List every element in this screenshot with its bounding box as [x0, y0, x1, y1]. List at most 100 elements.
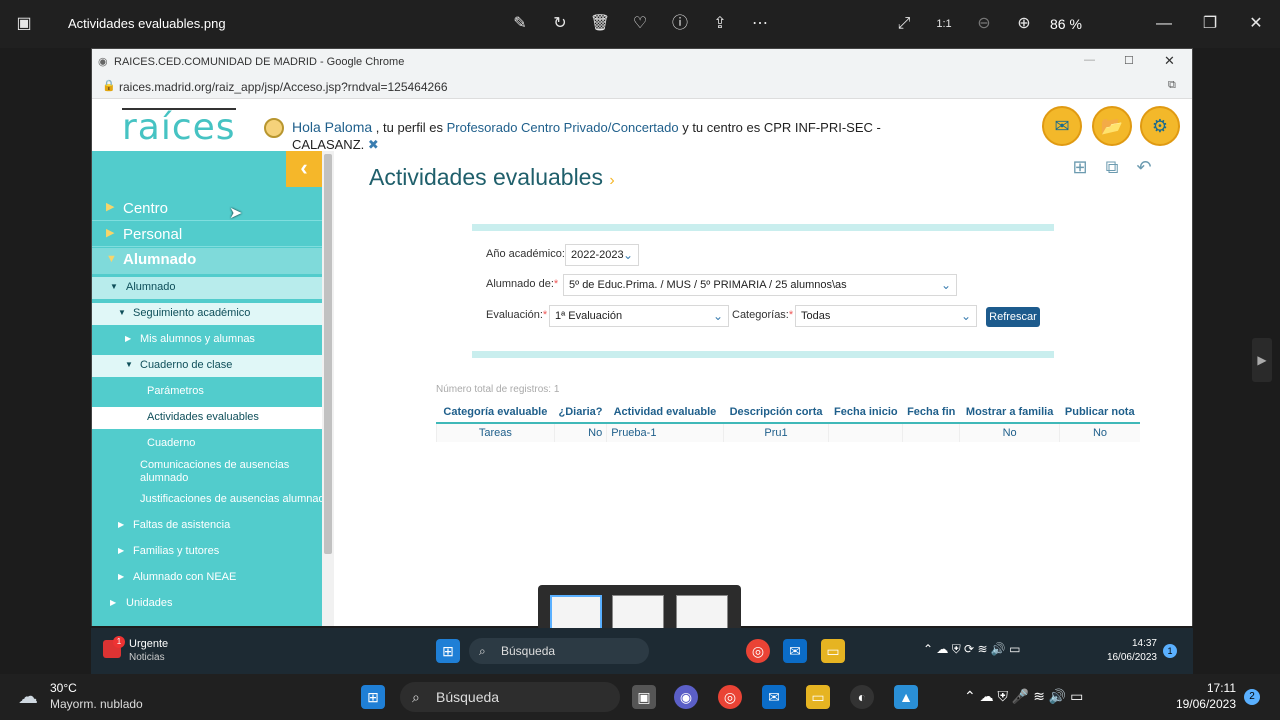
file-explorer-icon[interactable]: ▭ [821, 639, 845, 663]
profile-link[interactable]: Profesorado Centro Privado/Concertado [447, 120, 679, 135]
teams-icon[interactable]: ◉ [674, 685, 698, 709]
table-cell: No [959, 423, 1060, 442]
taskbar-search[interactable]: ⌕ Búsqueda [400, 682, 620, 712]
favorite-icon[interactable]: ♡ [628, 12, 652, 36]
refresh-button[interactable]: Refrescar [986, 307, 1040, 327]
evaluation-select[interactable]: 1ª Evaluación ⌄ [549, 305, 729, 327]
mail-icon[interactable]: ✉ [1042, 106, 1082, 146]
tree-item-seguimiento[interactable]: ▼ Seguimiento académico [92, 303, 322, 325]
rotate-icon[interactable]: ↻ [548, 12, 572, 36]
task-view-icon[interactable]: ▣ [632, 685, 656, 709]
col-header[interactable]: Mostrar a familia [959, 402, 1060, 424]
weather-temp: 30°C [50, 681, 77, 695]
chevron-down-icon: ⌄ [622, 248, 633, 262]
tree-item-justificaciones[interactable]: Justificaciones de ausencias alumnado [92, 491, 331, 513]
tree-item-neae[interactable]: ▶ Alumnado con NEAE [92, 567, 322, 589]
tree-label: Parámetros [147, 385, 204, 397]
copy-activity-icon[interactable]: ⧉ [1100, 157, 1124, 181]
col-header[interactable]: Categoría evaluable [436, 402, 555, 424]
share-icon[interactable]: ⇪ [708, 12, 732, 36]
filter-bottom-bar [472, 351, 1054, 358]
lock-icon[interactable]: 🔒 [102, 79, 116, 92]
tree-item-actividades-evaluables[interactable]: Actividades evaluables [92, 407, 322, 429]
zoom-in-icon[interactable]: ⊕ [1012, 12, 1036, 36]
tree-item-cuaderno-de-clase[interactable]: ▼ Cuaderno de clase [92, 355, 322, 377]
chevron-down-icon: ⌄ [940, 278, 951, 292]
col-header[interactable]: Actividad evaluable [606, 402, 724, 424]
page-scrollbar[interactable] [1184, 149, 1192, 626]
col-header[interactable]: ¿Diaria? [554, 402, 607, 424]
tree-item-unidades[interactable]: ▶ Unidades [92, 593, 322, 615]
inner-notification-badge[interactable]: 1 [1163, 644, 1177, 658]
required-mark: * [542, 309, 548, 321]
taskbar-search[interactable]: ⌕ Búsqueda [469, 638, 649, 664]
year-select[interactable]: 2022-2023 ⌄ [565, 244, 639, 266]
add-activity-icon[interactable]: ⊞ [1068, 157, 1092, 181]
viewer-toolbar: ▣ Actividades evaluables.png ✎ ↻ 🗑 ♡ ⓘ ⇪… [0, 0, 1280, 48]
search-text: Búsqueda [501, 644, 556, 658]
chrome-icon[interactable]: ◎ [718, 685, 742, 709]
notification-badge[interactable]: 2 [1244, 689, 1260, 705]
tree-item-mis-alumnos[interactable]: ▶ Mis alumnos y alumnas [92, 329, 322, 351]
tree-item-faltas[interactable]: ▶ Faltas de asistencia [92, 515, 322, 537]
arrow-right-icon: ▶ [106, 201, 115, 213]
close-icon[interactable]: ✕ [1164, 53, 1175, 69]
delete-icon[interactable]: 🗑 [588, 12, 612, 36]
url-text[interactable]: raices.madrid.org/raiz_app/jsp/Acceso.js… [119, 80, 448, 94]
actual-size-icon[interactable]: 1:1 [932, 12, 956, 36]
col-header[interactable]: Descripción corta [723, 402, 829, 424]
mail-icon[interactable]: ✉ [762, 685, 786, 709]
chevron-right-icon: › [609, 172, 615, 189]
maximize-icon[interactable]: ☐ [1124, 54, 1134, 67]
maximize-icon[interactable]: ❐ [1198, 12, 1222, 36]
photos-icon[interactable]: ▲ [894, 685, 918, 709]
minimize-icon[interactable]: — [1152, 12, 1176, 36]
info-icon[interactable]: ⓘ [668, 12, 692, 36]
col-header[interactable]: Fecha fin [902, 402, 960, 424]
tree-item-familias[interactable]: ▶ Familias y tutores [92, 541, 322, 563]
tray-icons[interactable]: ⌃ ☁ ⛨ ⟳ ≋ 🔊 ▭ [923, 642, 1020, 657]
file-explorer-icon[interactable]: ▭ [806, 685, 830, 709]
arrow-down-icon: ▼ [125, 360, 133, 369]
address-bar[interactable]: 🔒 raices.madrid.org/raiz_app/jsp/Acceso.… [92, 75, 1192, 99]
categories-select[interactable]: Todas ⌄ [795, 305, 977, 327]
sidebar-item-centro[interactable]: ▶ Centro [92, 197, 322, 221]
tree-item-parametros[interactable]: Parámetros [92, 381, 322, 403]
windows-start-icon[interactable]: ⊞ [436, 639, 460, 663]
sidebar-item-personal[interactable]: ▶ Personal [92, 223, 322, 247]
raices-page: raíces Hola Paloma , tu perfil es Profes… [92, 99, 1192, 626]
chrome-icon[interactable]: ◎ [746, 639, 770, 663]
close-icon[interactable]: ✕ [1244, 12, 1268, 36]
zoom-out-icon[interactable]: ⊖ [972, 12, 996, 36]
open-in-icon[interactable]: ⧉ [1168, 79, 1176, 92]
change-profile-icon[interactable]: ✖ [368, 137, 379, 152]
col-header[interactable]: Fecha inicio [828, 402, 903, 424]
back-icon[interactable]: ↶ [1132, 157, 1156, 181]
tree-item-alumnado[interactable]: ▼ Alumnado [92, 277, 322, 299]
settings-icon[interactable]: ⚙ [1140, 106, 1180, 146]
profile-text: , tu perfil es [375, 120, 443, 135]
students-select[interactable]: 5º de Educ.Prima. / MUS / 5º PRIMARIA / … [563, 274, 957, 296]
table-row[interactable]: Tareas No Prueba-1 Pru1 No No [436, 423, 1140, 442]
zoom-level: 86 % [1050, 16, 1082, 32]
tree-label: Alumnado [126, 281, 176, 293]
mail-icon[interactable]: ✉ [783, 639, 807, 663]
minimize-icon[interactable]: — [1084, 54, 1095, 66]
clock-date: 19/06/2023 [1175, 697, 1236, 711]
tree-item-comunicaciones[interactable]: Comunicaciones de ausencias alumnado [92, 459, 322, 489]
sidebar-scroll-thumb[interactable] [324, 154, 332, 554]
col-header[interactable]: Publicar nota [1059, 402, 1140, 424]
collapse-sidebar-icon[interactable]: ‹ [286, 151, 322, 187]
sidebar-item-alumnado[interactable]: ▼ Alumnado [92, 248, 322, 274]
tray-icons[interactable]: ⌃ ☁ ⛨ 🎤 ≋ 🔊 ▭ [964, 688, 1083, 705]
windows-start-icon[interactable]: ⊞ [361, 685, 385, 709]
fullscreen-icon[interactable]: ⤢ [892, 12, 916, 36]
obs-icon[interactable]: ◐ [850, 685, 874, 709]
more-icon[interactable]: ⋯ [748, 12, 772, 36]
documents-icon[interactable]: 📂 [1092, 106, 1132, 146]
next-image-icon[interactable]: ▶ [1252, 338, 1272, 382]
edit-icon[interactable]: ✎ [508, 12, 532, 36]
weather-icon[interactable]: ☁ [18, 684, 38, 709]
tree-item-cuaderno[interactable]: Cuaderno [92, 433, 322, 455]
tree-label: Alumnado con NEAE [133, 571, 237, 583]
